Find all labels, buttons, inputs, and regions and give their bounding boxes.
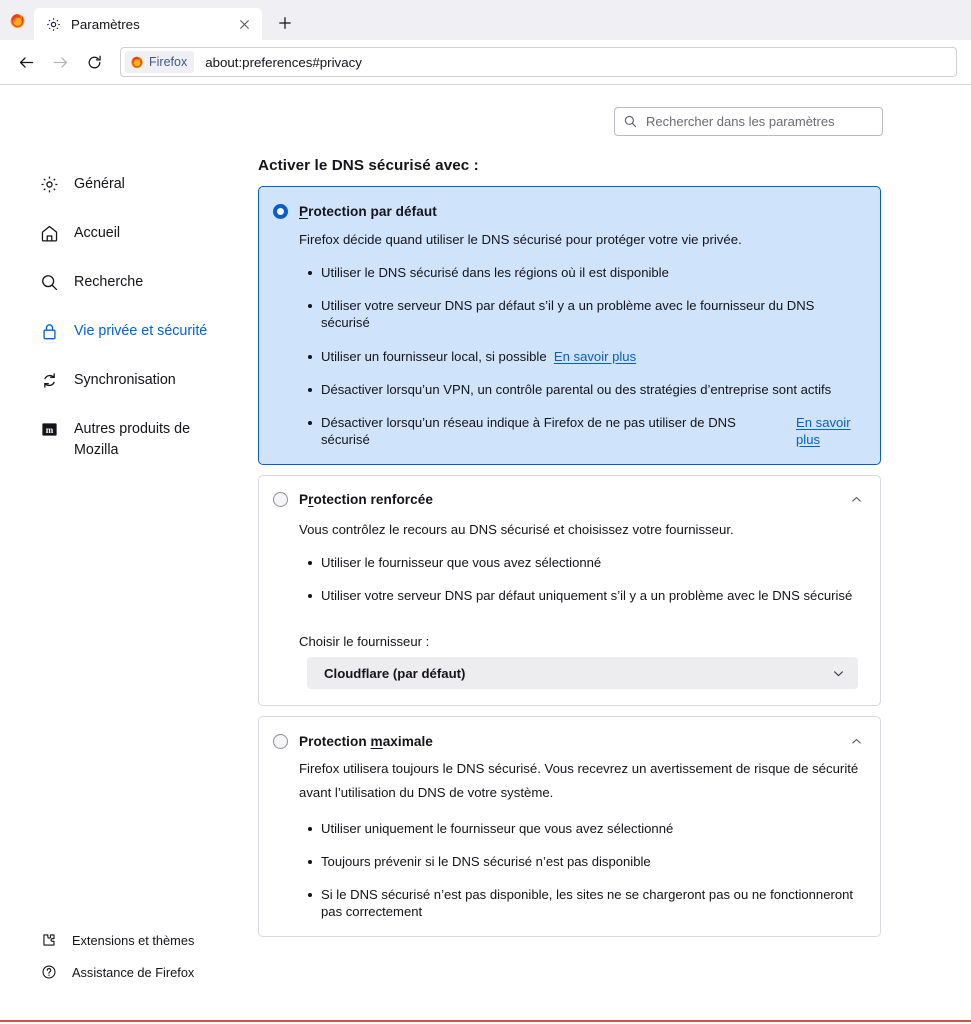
identity-chip[interactable]: Firefox <box>125 51 195 73</box>
sidebar-footer-label: Assistance de Firefox <box>72 964 195 980</box>
page-title: Activer le DNS sécurisé avec : <box>258 157 479 174</box>
sidebar-item-label: Général <box>74 176 125 192</box>
mozilla-m-icon: m <box>38 418 60 440</box>
chevron-up-icon[interactable] <box>846 731 866 751</box>
sidebar-item-general[interactable]: Général <box>0 166 256 203</box>
card-bullet-list: Utiliser uniquement le fournisseur que v… <box>299 820 862 920</box>
sidebar-item-sync[interactable]: Synchronisation <box>0 362 256 399</box>
provider-label: Choisir le fournisseur : <box>299 634 430 650</box>
gear-icon <box>46 16 63 33</box>
sync-icon <box>38 369 60 391</box>
card-title-rest: rotection par défaut <box>308 203 437 219</box>
settings-main: Activer le DNS sécurisé avec : Protectio… <box>256 85 971 1022</box>
learn-more-link[interactable]: En savoir plus <box>796 415 851 447</box>
extension-icon <box>40 931 58 949</box>
list-item-link-wrap: En savoir plus <box>796 414 858 448</box>
dns-option-card-max[interactable]: Protection maximale Firefox utilisera to… <box>258 716 881 937</box>
settings-sidebar: Général Accueil Recherche Vie privée et … <box>0 85 256 1022</box>
sidebar-item-extensions-themes[interactable]: Extensions et thèmes <box>0 924 256 956</box>
card-title-rest: aximale <box>382 733 433 749</box>
back-button[interactable] <box>10 46 42 78</box>
radio-max[interactable] <box>273 733 288 749</box>
sidebar-item-home[interactable]: Accueil <box>0 215 256 252</box>
new-tab-button[interactable] <box>270 8 300 38</box>
sidebar-item-label: Autres produits de Mozilla <box>74 421 191 458</box>
radio-increased[interactable] <box>273 492 288 508</box>
list-item: Désactiver lorsqu’un VPN, un contrôle pa… <box>308 381 862 398</box>
list-item-row: Désactiver lorsqu’un réseau indique à Fi… <box>321 414 858 448</box>
reload-button[interactable] <box>78 46 110 78</box>
card-title-pre: Protection <box>299 733 371 749</box>
radio-default[interactable] <box>273 203 288 219</box>
sidebar-item-label: Synchronisation <box>74 372 176 388</box>
card-bullet-list: Utiliser le DNS sécurisé dans les région… <box>299 264 862 447</box>
card-description: Vous contrôlez le recours au DNS sécuris… <box>299 521 734 537</box>
sidebar-item-mozilla-products[interactable]: m Autres produits de Mozilla <box>0 411 256 469</box>
card-bullet-list: Utiliser le fournisseur que vous avez sé… <box>299 554 862 604</box>
learn-more-link[interactable]: En savoir plus <box>554 349 636 364</box>
dns-option-card-default[interactable]: Protection par défaut Firefox décide qua… <box>258 186 881 465</box>
card-title: Protection maximale <box>299 734 433 749</box>
card-title-pre: P <box>299 492 309 508</box>
card-header: Protection par défaut <box>273 201 862 221</box>
list-item: Utiliser un fournisseur local, si possib… <box>308 348 862 365</box>
tab-title: Paramètres <box>71 16 140 32</box>
provider-dropdown[interactable]: Cloudflare (par défaut) <box>307 657 858 690</box>
question-circle-icon <box>40 963 58 981</box>
svg-text:m: m <box>45 424 53 434</box>
accesskey-letter: m <box>370 733 383 749</box>
window-bottom-edge <box>0 1020 971 1022</box>
accesskey-letter: P <box>299 203 309 219</box>
firefox-logo-icon <box>130 55 144 69</box>
navigation-toolbar: Firefox about:preferences#privacy <box>0 40 971 85</box>
browser-window: Paramètres Firefox about:preferences#pri… <box>0 0 971 1024</box>
card-description: Firefox décide quand utiliser le DNS séc… <box>299 232 742 247</box>
identity-chip-label: Firefox <box>149 55 188 69</box>
lock-icon <box>38 320 60 342</box>
forward-button[interactable] <box>44 46 76 78</box>
sidebar-footer-label: Extensions et thèmes <box>72 932 195 948</box>
chevron-down-icon <box>832 667 845 680</box>
list-item: Désactiver lorsqu’un réseau indique à Fi… <box>308 414 862 448</box>
browser-tab[interactable]: Paramètres <box>34 8 262 40</box>
list-item: Utiliser le DNS sécurisé dans les région… <box>308 264 862 281</box>
sidebar-footer: Extensions et thèmes Assistance de Firef… <box>0 924 256 988</box>
provider-selected-value: Cloudflare (par défaut) <box>324 665 466 681</box>
home-icon <box>38 222 60 244</box>
chevron-up-icon[interactable] <box>846 490 866 510</box>
list-item: Utiliser votre serveur DNS par défaut s’… <box>308 297 862 331</box>
card-header: Protection renforcée <box>273 490 862 510</box>
list-item-text: Désactiver lorsqu’un réseau indique à Fi… <box>321 414 736 447</box>
list-item: Si le DNS sécurisé n’est pas disponible,… <box>308 886 862 920</box>
sidebar-item-label: Vie privée et sécurité <box>74 323 208 339</box>
sidebar-item-search[interactable]: Recherche <box>0 264 256 301</box>
sidebar-item-firefox-support[interactable]: Assistance de Firefox <box>0 956 256 988</box>
preferences-page: Général Accueil Recher <box>0 85 971 1022</box>
gear-icon <box>38 173 60 195</box>
sidebar-item-label: Accueil <box>74 225 121 241</box>
close-icon[interactable] <box>234 14 254 34</box>
list-item: Utiliser votre serveur DNS par défaut un… <box>308 587 862 604</box>
list-item: Toujours prévenir si le DNS sécurisé n’e… <box>308 853 862 870</box>
dns-option-card-increased[interactable]: Protection renforcée Vous contrôlez le r… <box>258 474 881 707</box>
sidebar-item-label: Recherche <box>74 274 144 290</box>
card-header: Protection maximale <box>273 731 862 751</box>
firefox-logo-icon <box>0 0 34 40</box>
search-icon <box>38 271 60 293</box>
url-text: about:preferences#privacy <box>205 54 362 70</box>
card-title-rest: otection renforcée <box>313 492 433 508</box>
list-item: Utiliser uniquement le fournisseur que v… <box>308 820 862 837</box>
list-item: Utiliser le fournisseur que vous avez sé… <box>308 554 862 571</box>
address-bar[interactable]: Firefox about:preferences#privacy <box>120 47 957 77</box>
sidebar-item-privacy-security[interactable]: Vie privée et sécurité <box>0 313 256 350</box>
card-title: Protection par défaut <box>299 204 437 219</box>
list-item-text: Utiliser un fournisseur local, si possib… <box>321 348 547 364</box>
tab-strip: Paramètres <box>0 0 971 40</box>
card-description: Firefox utilisera toujours le DNS sécuri… <box>299 761 859 801</box>
card-title: Protection renforcée <box>299 492 433 507</box>
